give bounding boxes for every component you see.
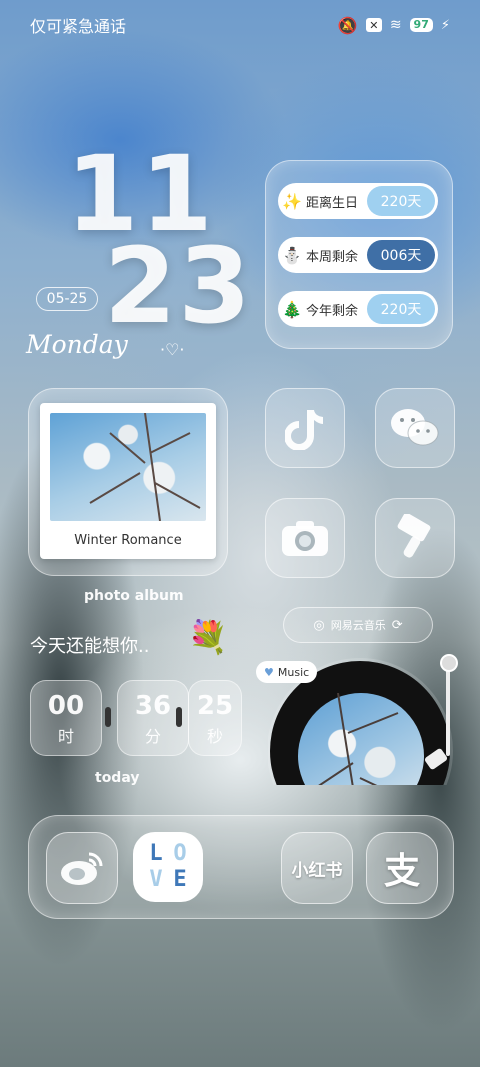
carrier-text: 仅可紧急通话 [30,17,127,36]
date-badge: 05-25 [36,287,98,311]
countdown-row-birthday: ✨ 距离生日 220天 [278,183,438,219]
love-icon: L O V E [145,842,191,892]
photo-album-widget[interactable]: Winter Romance [28,388,228,576]
timer-seconds-unit: 秒 [206,727,223,746]
clock-minute[interactable]: 23 [104,234,253,338]
timer-hours-unit: 时 [57,727,74,746]
countdown-widget[interactable]: ✨ 距离生日 220天 ⛄ 本周剩余 006天 🎄 今年剩余 220天 [265,160,453,349]
douyin-app[interactable] [265,388,345,468]
tonearm [446,660,450,756]
countdown-label: 距离生日 [306,195,359,211]
flower-pot-icon: 💐 [188,618,228,656]
countdown-value: 006天 [367,240,435,270]
album-art [298,692,424,785]
xiaohongshu-icon: 小红书 [291,860,343,881]
refresh-icon: ⟳ [391,617,403,633]
wechat-app[interactable] [375,388,455,468]
photo-album-label: photo album [84,588,184,604]
timer-separator [176,707,182,727]
heart-icon: ♥ [264,665,274,679]
love-letter: V [149,867,163,892]
netease-music-chip[interactable]: ◎ 网易云音乐 ⟳ [283,607,433,643]
timer-seconds: 25 秒 [188,680,242,756]
tonearm-pivot [440,654,458,672]
countdown-value: 220天 [367,186,435,216]
weekday-label: Monday [26,330,128,359]
status-bar: 仅可紧急通话 🔕 ✕ ≋ 97 ⚡ [30,12,450,38]
weibo-app[interactable] [46,832,118,904]
love-letter: E [173,867,187,892]
photo-caption: Winter Romance [74,533,182,548]
countdown-label: 本周剩余 [306,249,359,265]
mute-icon: 🔕 [337,15,358,35]
wifi-icon: ≋ [389,17,402,33]
dock: L O V E 小红书 支 [28,815,454,919]
alipay-app[interactable]: 支 [366,832,438,904]
xiaohongshu-app[interactable]: 小红书 [281,832,353,904]
heart-deco-icon: ·♡· [160,340,185,359]
countdown-label: 今年剩余 [306,303,359,319]
countdown-row-year: 🎄 今年剩余 220天 [278,291,438,327]
netease-icon: ◎ [313,617,325,633]
music-chip-label: 网易云音乐 [330,619,386,632]
brush-icon [397,514,431,558]
theme-app[interactable] [375,498,455,578]
love-letter: O [173,841,187,866]
wechat-icon [391,409,439,446]
timer-label: today [95,770,140,786]
sim-off-icon: ✕ [365,18,382,32]
love-app[interactable]: L O V E [133,832,203,902]
timer-seconds-value: 25 [196,691,234,721]
charging-icon: ⚡ [440,17,450,33]
tiktok-icon [285,410,323,450]
status-icons: 🔕 ✕ ≋ 97 ⚡ [338,16,450,35]
timer-hours-value: 00 [47,691,85,721]
weibo-icon [61,852,103,885]
photo-image [50,413,206,521]
tree-icon: 🎄 [282,299,302,319]
timer-hours: 00 时 [30,680,102,756]
album-branches [318,692,399,785]
snowman-icon: ⛄ [282,245,302,265]
alipay-icon: 支 [383,851,420,892]
branch-lines [89,413,201,521]
love-letter: L [149,841,163,866]
battery-indicator: 97 [409,18,433,32]
timer-separator [105,707,111,727]
music-tag: ♥ Music [256,661,318,683]
music-tag-label: Music [277,665,310,679]
camera-icon [282,521,328,556]
slogan-text: 今天还能想你.. [30,636,150,657]
sparkle-icon: ✨ [282,191,302,211]
polaroid-frame: Winter Romance [40,403,216,559]
countdown-value: 220天 [367,294,435,324]
camera-app[interactable] [265,498,345,578]
countdown-row-week: ⛄ 本周剩余 006天 [278,237,438,273]
